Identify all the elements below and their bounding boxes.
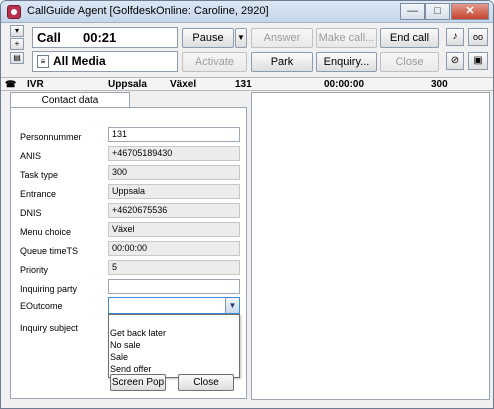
personnummer-field[interactable]: 131 — [108, 127, 240, 142]
media-selector[interactable]: ≡ All Media — [32, 51, 178, 72]
field-label-inquiring-party: Inquiring party — [20, 284, 78, 294]
screen-pop-button[interactable]: Screen Pop — [110, 374, 166, 391]
field-label-priority: Priority — [20, 265, 49, 275]
status-time: 00:00:00 — [324, 79, 365, 90]
detail-pane — [251, 92, 490, 400]
status-code: 131 — [235, 79, 252, 90]
dropdown-option-no-sale[interactable]: No sale — [109, 339, 239, 351]
activate-button[interactable]: Activate — [182, 52, 247, 72]
music-note-icon[interactable]: ♪ — [446, 28, 464, 46]
answer-button[interactable]: Answer — [251, 28, 313, 48]
pause-button[interactable]: Pause — [182, 28, 234, 48]
park-button[interactable]: Park — [251, 52, 313, 72]
window-layout-icon[interactable]: ▤ — [10, 52, 24, 64]
dropdown-option-sale[interactable]: Sale — [109, 351, 239, 363]
task-type-field: 300 — [108, 165, 240, 180]
priority-field: 5 — [108, 260, 240, 275]
app-logo-icon — [7, 5, 21, 19]
minimize-button[interactable]: — — [400, 3, 425, 20]
dropdown-option-get-back-later[interactable]: Get back later — [109, 327, 239, 339]
call-display: Call 00:21 — [32, 27, 178, 48]
phone-handset-icon: ☎ — [5, 79, 17, 89]
chevron-down-icon[interactable]: ▼ — [225, 298, 239, 313]
add-tab-icon[interactable]: + — [10, 38, 24, 50]
field-label-anis: ANIS — [20, 151, 42, 161]
anis-field: +46705189430 — [108, 146, 240, 161]
call-label: Call — [37, 30, 61, 45]
media-label: All Media — [53, 54, 106, 68]
eoutcome-select[interactable]: ▼ — [108, 297, 240, 314]
call-toolbar: ▾ + ▤ Call 00:21 ≡ All Media Pause ▼ Ans… — [1, 24, 493, 76]
pause-dropdown-icon[interactable]: ▼ — [235, 28, 247, 48]
settings-panel-icon[interactable]: ▣ — [468, 52, 488, 70]
field-label-eoutcome: EOutcome — [20, 301, 63, 311]
voicemail-icon[interactable]: oo — [468, 28, 488, 46]
tab-contact-data[interactable]: Contact data — [10, 92, 130, 108]
field-label-menu-choice: Menu choice — [20, 227, 72, 237]
inquiring-party-field[interactable] — [108, 279, 240, 294]
dropdown-option-empty[interactable] — [109, 315, 239, 327]
entrance-field: Uppsala — [108, 184, 240, 199]
status-channel: IVR — [27, 79, 44, 90]
field-label-inquiry-subject: Inquiry subject — [20, 323, 79, 333]
call-timer: 00:21 — [83, 30, 117, 45]
field-label-entrance: Entrance — [20, 189, 57, 199]
window-title: CallGuide Agent [GolfdeskOnline: Carolin… — [27, 5, 269, 17]
status-count: 300 — [431, 79, 448, 90]
field-label-task-type: Task type — [20, 170, 59, 180]
no-call-icon[interactable]: ⊘ — [446, 52, 464, 70]
close-panel-button[interactable]: Close — [178, 374, 234, 391]
dropdown-toggle-icon[interactable]: ▾ — [10, 25, 24, 37]
enquiry-button[interactable]: Enquiry... — [316, 52, 377, 72]
field-label-personnummer: Personnummer — [20, 132, 82, 142]
field-label-dnis: DNIS — [20, 208, 42, 218]
menu-choice-field: Växel — [108, 222, 240, 237]
title-bar: CallGuide Agent [GolfdeskOnline: Carolin… — [1, 1, 493, 23]
media-list-icon: ≡ — [37, 55, 49, 68]
maximize-button[interactable]: □ — [425, 3, 450, 20]
dnis-field: +4620675536 — [108, 203, 240, 218]
status-queue: Växel — [170, 79, 197, 90]
contact-data-panel: Contact data Personnummer 131 ANIS +4670… — [10, 92, 247, 400]
app-window: CallGuide Agent [GolfdeskOnline: Carolin… — [0, 0, 494, 409]
queue-time-field: 00:00:00 — [108, 241, 240, 256]
contact-data-form: Personnummer 131 ANIS +46705189430 Task … — [10, 107, 247, 399]
end-call-button[interactable]: End call — [380, 28, 439, 48]
status-location: Uppsala — [108, 79, 147, 90]
eoutcome-dropdown-list: Get back later No sale Sale Send offer — [108, 314, 240, 378]
close-contact-button[interactable]: Close — [380, 52, 439, 72]
make-call-button[interactable]: Make call... — [316, 28, 377, 48]
contact-status-strip: ☎ IVR Uppsala Växel 131 00:00:00 300 — [1, 77, 493, 91]
close-window-button[interactable]: ✕ — [451, 3, 489, 20]
field-label-queue-time: Queue timeTS — [20, 246, 79, 256]
